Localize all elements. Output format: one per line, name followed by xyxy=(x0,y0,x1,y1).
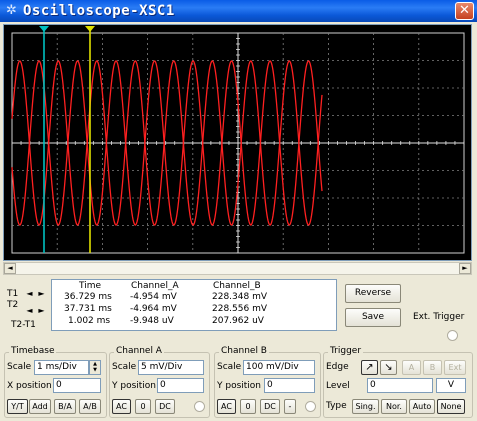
channel-a-zero-button[interactable]: 0 xyxy=(135,399,151,414)
cursor-1-handle xyxy=(39,26,49,32)
trigger-type-label: Type xyxy=(326,401,347,411)
x-position-field[interactable]: 0 xyxy=(53,378,101,393)
timebase-scale-field[interactable]: 1 ms/Div xyxy=(34,360,89,375)
reverse-button[interactable]: Reverse xyxy=(345,284,401,303)
window-title: Oscilloscope-XSC1 xyxy=(23,3,175,19)
t1-channel-b: 228.348 mV xyxy=(212,292,268,302)
title-bar: ✲ Oscilloscope-XSC1 ✕ xyxy=(0,0,477,22)
scrollbar-thumb[interactable] xyxy=(16,263,460,274)
timebase-title: Timebase xyxy=(9,346,57,356)
trigger-source-a-button[interactable]: A xyxy=(402,360,421,375)
trigger-level-field[interactable]: 0 xyxy=(367,378,433,393)
trigger-none-button[interactable]: None xyxy=(437,399,465,414)
channel-a-title: Channel A xyxy=(114,346,164,356)
channel-a-scale-label: Scale xyxy=(112,362,137,372)
delta-channel-a: -9.948 uV xyxy=(130,316,174,326)
header-channel-a: Channel_A xyxy=(131,281,179,291)
channel-a-ypos-label: Y position xyxy=(112,381,157,391)
t1-left-arrow-button[interactable]: ◄ xyxy=(24,288,35,299)
close-button[interactable]: ✕ xyxy=(455,2,474,20)
scroll-left-button[interactable]: ◄ xyxy=(4,263,16,274)
trigger-source-b-button[interactable]: B xyxy=(423,360,442,375)
x-position-label: X position xyxy=(7,381,52,391)
t2-t1-label: T2-T1 xyxy=(11,320,36,330)
timebase-scale-label: Scale xyxy=(7,362,32,372)
channel-b-zero-button[interactable]: 0 xyxy=(240,399,256,414)
channel-b-ypos-label: Y position xyxy=(217,381,262,391)
channel-a-ypos-field[interactable]: 0 xyxy=(157,378,204,393)
ab-mode-button[interactable]: A/B xyxy=(79,399,101,414)
t1-time: 36.729 ms xyxy=(64,292,112,302)
t2-right-arrow-button[interactable]: ► xyxy=(36,305,47,316)
cursor-readout-table: Time Channel_A Channel_B 36.729 ms -4.95… xyxy=(51,279,337,331)
scroll-right-button[interactable]: ► xyxy=(459,263,471,274)
trigger-level-unit-field[interactable]: V xyxy=(436,378,466,393)
trigger-edge-label: Edge xyxy=(326,362,349,372)
trigger-single-button[interactable]: Sing. xyxy=(352,399,379,414)
timebase-scale-spinner[interactable]: ▲ ▼ xyxy=(89,360,101,375)
channel-b-dc-button[interactable]: DC xyxy=(260,399,280,414)
t2-channel-b: 228.556 mV xyxy=(212,304,268,314)
channel-a-ac-button[interactable]: AC xyxy=(112,399,131,414)
cursor-2-handle xyxy=(85,26,95,32)
scope-display-canvas[interactable] xyxy=(4,25,471,260)
t2-left-arrow-button[interactable]: ◄ xyxy=(24,305,35,316)
channel-a-dc-button[interactable]: DC xyxy=(155,399,175,414)
horizontal-scrollbar[interactable]: ◄ ► xyxy=(3,262,472,275)
delta-channel-b: 207.962 uV xyxy=(212,316,264,326)
channel-b-scale-field[interactable]: 100 mV/Div xyxy=(243,360,315,375)
t1-channel-a: -4.954 mV xyxy=(130,292,177,302)
channel-b-invert-button[interactable]: - xyxy=(284,399,296,414)
channel-b-ac-button[interactable]: AC xyxy=(217,399,236,414)
header-time: Time xyxy=(79,281,102,291)
t1-label: T1 xyxy=(7,289,19,299)
t2-label: T2 xyxy=(7,300,19,310)
t1-right-arrow-button[interactable]: ► xyxy=(36,288,47,299)
channel-b-scale-label: Scale xyxy=(217,362,242,372)
trigger-auto-button[interactable]: Auto xyxy=(409,399,435,414)
channel-a-scale-field[interactable]: 5 mV/Div xyxy=(138,360,204,375)
scope-display[interactable] xyxy=(3,24,472,261)
channel-b-terminal[interactable] xyxy=(305,401,316,412)
trigger-title: Trigger xyxy=(328,346,364,356)
trigger-source-ext-button[interactable]: Ext xyxy=(444,360,466,375)
channel-b-ypos-field[interactable]: 0 xyxy=(264,378,315,393)
channel-a-terminal[interactable] xyxy=(194,401,205,412)
ext-trigger-label: Ext. Trigger xyxy=(413,312,465,322)
ba-mode-button[interactable]: B/A xyxy=(54,399,76,414)
falling-edge-button[interactable]: ↘ xyxy=(380,360,397,375)
channel-b-title: Channel B xyxy=(219,346,269,356)
header-channel-b: Channel_B xyxy=(213,281,261,291)
yt-mode-button[interactable]: Y/T xyxy=(7,399,28,414)
t2-time: 37.731 ms xyxy=(64,304,112,314)
add-mode-button[interactable]: Add xyxy=(29,399,51,414)
save-button[interactable]: Save xyxy=(345,308,401,327)
delta-time: 1.002 ms xyxy=(68,316,111,326)
t2-channel-a: -4.964 mV xyxy=(130,304,177,314)
trigger-normal-button[interactable]: Nor. xyxy=(381,399,407,414)
oscilloscope-icon: ✲ xyxy=(6,3,17,18)
trigger-level-label: Level xyxy=(326,381,350,391)
ext-trigger-terminal[interactable] xyxy=(447,330,458,341)
rising-edge-button[interactable]: ↗ xyxy=(361,360,378,375)
